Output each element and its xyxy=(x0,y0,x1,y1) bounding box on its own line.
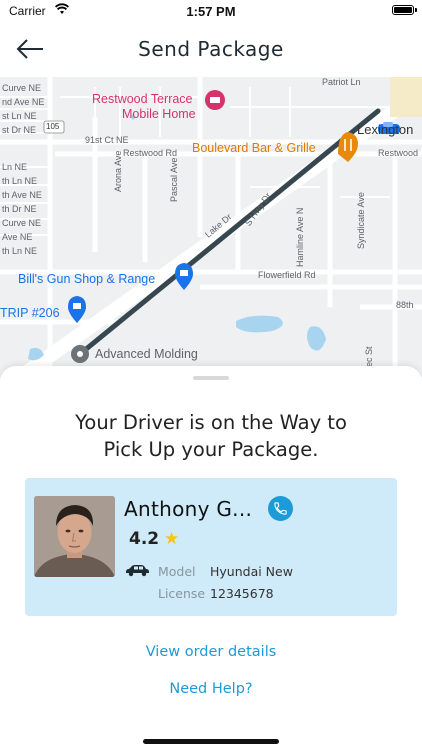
street-label: Arona Ave xyxy=(113,150,123,192)
street-label: th Ln NE xyxy=(2,246,38,256)
street-label: Curve NE xyxy=(2,218,42,228)
poi-label-trip[interactable]: TRIP #206 xyxy=(0,306,60,320)
page-title: Send Package xyxy=(138,37,284,61)
license-label: License xyxy=(158,586,206,601)
poi-marker-restwood[interactable] xyxy=(205,90,225,110)
city-label: Lexington xyxy=(357,122,414,137)
street-label: Curve NE xyxy=(2,83,42,93)
driver-avatar-image xyxy=(34,496,115,577)
street-label: th Dr NE xyxy=(2,204,37,214)
driver-photo xyxy=(34,496,115,577)
street-label: Flowerfield Rd xyxy=(258,270,316,280)
street-label: st Ln NE xyxy=(2,111,37,121)
street-label: th Ln NE xyxy=(2,176,38,186)
status-bar: Carrier 1:57 PM xyxy=(0,0,422,24)
nav-bar: Send Package xyxy=(0,24,422,76)
poi-marker-gunshop[interactable] xyxy=(175,263,193,290)
model-value: Hyundai New xyxy=(210,564,293,579)
street-label: Restwood xyxy=(378,148,419,158)
clock: 1:57 PM xyxy=(186,4,236,19)
street-label: ec St xyxy=(364,346,374,367)
driver-card: Anthony G... 4.2 ★ Model Hyundai New Lic… xyxy=(25,478,397,616)
street-label: Pascal Ave xyxy=(169,157,179,202)
street-label: st Dr NE xyxy=(2,125,37,135)
street-label: Restwood Rd xyxy=(123,148,178,158)
street-label: Ave NE xyxy=(2,232,33,242)
poi-label-restwood-2[interactable]: Mobile Home xyxy=(122,107,196,121)
home-indicator xyxy=(143,739,279,744)
poi-label-gunshop[interactable]: Bill's Gun Shop & Range xyxy=(18,272,155,286)
driver-rating: 4.2 xyxy=(129,529,160,549)
headline-line-1: Your Driver is on the Way to xyxy=(75,411,347,434)
street-label: Patriot Ln xyxy=(322,77,361,87)
battery-icon xyxy=(392,5,417,15)
sheet-handle[interactable] xyxy=(193,376,229,380)
map-view[interactable]: Curve NE nd Ave NE st Ln NE st Dr NE Ln … xyxy=(0,77,422,377)
street-label: 88th xyxy=(396,300,414,310)
phone-icon xyxy=(274,502,287,515)
driver-name: Anthony G... xyxy=(124,497,253,521)
poi-marker-trip[interactable] xyxy=(68,296,86,323)
need-help-link[interactable]: Need Help? xyxy=(0,681,422,697)
car-icon xyxy=(126,565,149,577)
route-shield-label: 105 xyxy=(46,122,60,131)
poi-label-restwood[interactable]: Restwood Terrace xyxy=(92,92,193,106)
model-label: Model xyxy=(158,564,196,579)
call-button[interactable] xyxy=(268,496,293,521)
status-headline: Your Driver is on the Way to Pick Up you… xyxy=(0,409,422,463)
view-order-details-link[interactable]: View order details xyxy=(0,644,422,660)
street-label: nd Ave NE xyxy=(2,97,45,107)
poi-marker-molding[interactable] xyxy=(71,345,89,363)
license-value: 12345678 xyxy=(210,586,274,601)
poi-label-molding[interactable]: Advanced Molding xyxy=(95,347,198,361)
street-label: 91st Ct NE xyxy=(85,135,129,145)
street-label: Ln NE xyxy=(2,162,28,172)
street-label: Hamline Ave N xyxy=(295,207,305,267)
street-label: Syndicate Ave xyxy=(356,192,366,249)
poi-label-bar[interactable]: Boulevard Bar & Grille xyxy=(192,141,316,155)
star-icon: ★ xyxy=(164,529,180,549)
headline-line-2: Pick Up your Package. xyxy=(103,438,319,461)
street-label: th Ave NE xyxy=(2,190,42,200)
driver-sheet: Your Driver is on the Way to Pick Up you… xyxy=(0,366,422,750)
